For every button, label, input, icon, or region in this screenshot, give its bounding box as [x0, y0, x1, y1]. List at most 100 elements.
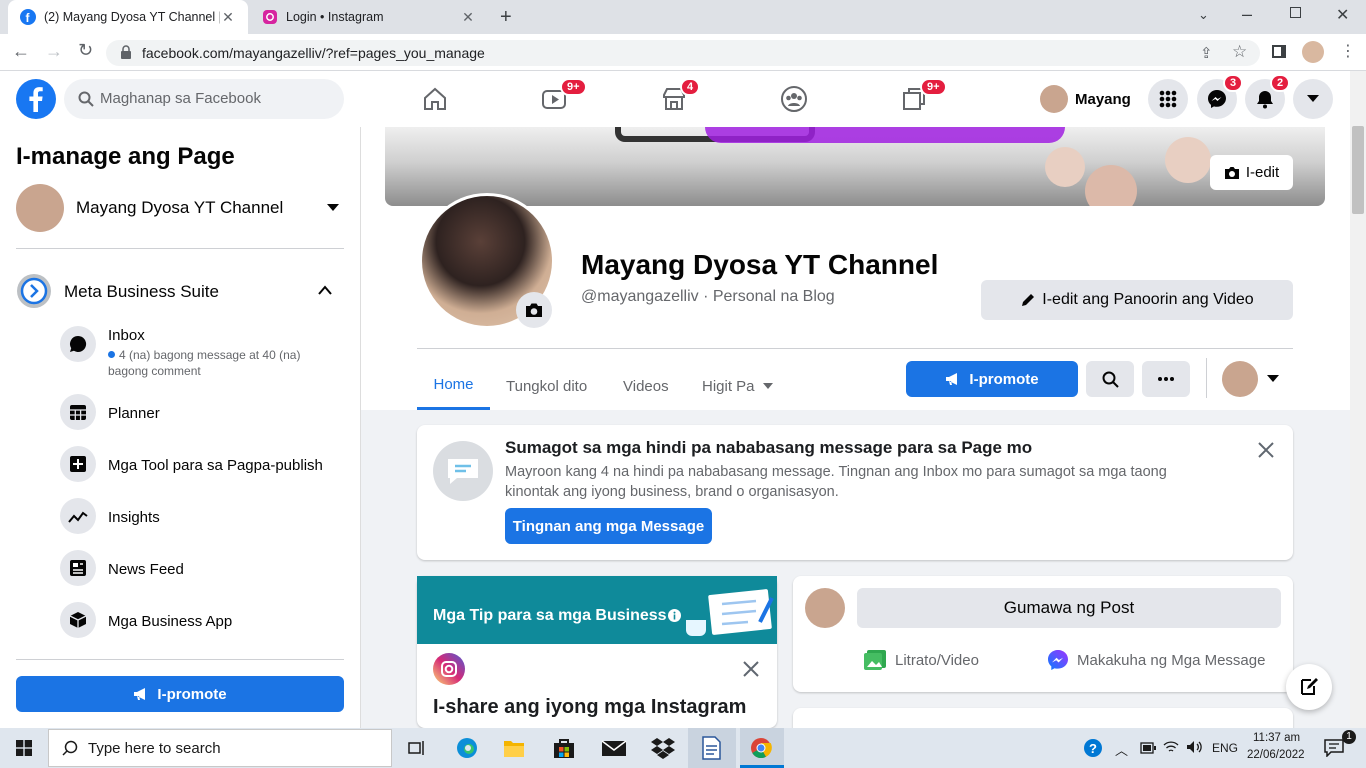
sidebar-item-insights[interactable]: Insights [60, 498, 350, 538]
megaphone-icon [133, 687, 149, 701]
sidebar-item-publishing-tools[interactable]: Mga Tool para sa Pagpa-publish [60, 446, 350, 486]
edit-cover-button[interactable]: I-edit [1210, 155, 1293, 190]
minimize-icon[interactable]: – [1242, 4, 1252, 25]
sidebar-item-planner[interactable]: Planner [60, 394, 350, 434]
bookmark-star-icon[interactable]: ☆ [1232, 42, 1247, 62]
tab-home[interactable]: Home [417, 362, 490, 410]
get-messages-button[interactable]: Makakuha ng Mga Message [1047, 648, 1265, 672]
action-center-icon[interactable] [1324, 739, 1344, 757]
account-chevron-down-icon[interactable] [1293, 79, 1333, 119]
instagram-favicon-icon [262, 9, 278, 25]
sidebar-item-label: Mga Business App [108, 613, 233, 630]
side-panel-icon[interactable] [1272, 45, 1286, 58]
watch-nav-icon[interactable] [498, 71, 610, 127]
gaming-nav-icon[interactable] [858, 71, 970, 127]
clock-time[interactable]: 11:37 am [1253, 732, 1300, 744]
groups-nav-icon[interactable] [738, 71, 850, 127]
create-post-button[interactable]: Gumawa ng Post [857, 588, 1281, 628]
view-messages-button[interactable]: Tingnan ang mga Message [505, 508, 712, 544]
divider [1206, 358, 1207, 398]
meta-business-suite-label[interactable]: Meta Business Suite [64, 282, 219, 302]
page-avatar[interactable] [16, 184, 64, 232]
tray-chevron-up-icon[interactable]: ︿ [1115, 740, 1128, 759]
cover-flower-shape [1085, 165, 1137, 206]
help-icon[interactable]: ? [1084, 739, 1102, 757]
chrome-icon[interactable] [750, 737, 772, 759]
window-close-icon[interactable]: ✕ [1336, 5, 1349, 25]
wifi-icon[interactable] [1163, 740, 1179, 754]
forward-arrow-icon[interactable]: → [45, 41, 63, 62]
maximize-icon[interactable] [1290, 7, 1301, 18]
sidebar-item-business-apps[interactable]: Mga Business App [60, 602, 350, 642]
file-explorer-icon[interactable] [503, 738, 525, 758]
menu-grid-icon[interactable] [1148, 79, 1188, 119]
notice-body: Mayroon kang 4 na hindi pa nababasang me… [505, 464, 1167, 500]
sidebar-promote-button[interactable]: I-promote [16, 676, 344, 712]
chevron-up-icon[interactable] [318, 285, 332, 295]
page-search-button[interactable] [1086, 361, 1134, 397]
insights-chart-icon [60, 498, 96, 534]
marketplace-nav-icon[interactable] [618, 71, 730, 127]
chrome-profile-avatar[interactable] [1302, 41, 1324, 63]
gaming-badge: 9+ [920, 78, 947, 96]
browser-tab-instagram[interactable]: Login • Instagram ✕ [250, 0, 488, 34]
reload-icon[interactable]: ↻ [78, 40, 93, 61]
tab-videos[interactable]: Videos [623, 362, 669, 410]
calendar-icon [60, 394, 96, 430]
message-bubble-icon [433, 441, 493, 501]
page-selector-name[interactable]: Mayang Dyosa YT Channel [76, 198, 283, 218]
sidebar-item-inbox[interactable]: Inbox 4 (na) bagong message at 40 (na) b… [60, 324, 350, 380]
info-icon[interactable] [668, 609, 681, 622]
sidebar-item-news-feed[interactable]: News Feed [60, 550, 350, 590]
edge-icon[interactable] [456, 737, 478, 759]
megaphone-icon [945, 372, 961, 386]
sidebar-item-label: Insights [108, 509, 160, 526]
new-message-compose-icon[interactable] [1286, 664, 1332, 710]
photo-video-button[interactable]: Litrato/Video [863, 648, 979, 672]
page-promote-button[interactable]: I-promote [906, 361, 1078, 397]
task-view-icon[interactable] [408, 739, 426, 757]
word-document-icon[interactable] [700, 736, 722, 760]
facebook-logo-icon[interactable] [16, 79, 56, 119]
home-nav-icon[interactable] [379, 71, 491, 127]
tab-search-icon[interactable]: ⌄ [1198, 7, 1209, 23]
update-profile-photo-camera-icon[interactable] [516, 292, 552, 328]
close-icon[interactable] [741, 659, 761, 679]
switch-profile-button[interactable] [1222, 361, 1282, 397]
more-options-button[interactable] [1142, 361, 1190, 397]
lock-icon[interactable] [120, 45, 132, 59]
close-icon[interactable] [1256, 440, 1276, 460]
back-arrow-icon[interactable]: ← [12, 41, 30, 62]
avatar [805, 588, 845, 628]
battery-icon[interactable] [1140, 742, 1156, 754]
notification-count-badge: 1 [1342, 730, 1356, 744]
microsoft-store-icon[interactable] [553, 737, 575, 759]
close-tab-icon[interactable]: ✕ [460, 9, 476, 26]
tab-label: Home [433, 376, 474, 393]
search-icon [1102, 371, 1119, 388]
language-indicator[interactable]: ENG [1212, 741, 1238, 755]
chrome-menu-icon[interactable]: ⋮ [1340, 41, 1356, 61]
mail-icon[interactable] [601, 739, 627, 757]
page-selector-chevron-down-icon[interactable] [326, 203, 340, 213]
new-tab-icon[interactable]: + [500, 6, 512, 29]
browser-tab-facebook[interactable]: f (2) Mayang Dyosa YT Channel | F ✕ [8, 0, 248, 34]
photo-icon [863, 649, 887, 671]
scrollbar-thumb[interactable] [1352, 126, 1364, 214]
dropbox-icon[interactable] [651, 737, 675, 759]
tab-about[interactable]: Tungkol dito [506, 362, 587, 410]
share-icon[interactable]: ⇪ [1200, 44, 1213, 62]
url-text[interactable]: facebook.com/mayangazelliv/?ref=pages_yo… [142, 45, 485, 61]
volume-icon[interactable] [1186, 740, 1204, 754]
windows-start-icon[interactable] [16, 740, 32, 756]
tab-label: Videos [623, 377, 669, 395]
edit-watch-video-button[interactable]: I-edit ang Panoorin ang Video [981, 280, 1293, 320]
search-placeholder[interactable]: Maghanap sa Facebook [100, 90, 261, 107]
tab-more[interactable]: Higit Pa [702, 362, 773, 410]
edit-cover-label: I-edit [1245, 164, 1280, 181]
cover-photo[interactable] [385, 127, 1325, 206]
clock-date[interactable]: 22/06/2022 [1247, 749, 1305, 761]
page-handle-category: @mayangazelliv · Personal na Blog [581, 288, 835, 305]
close-tab-icon[interactable]: ✕ [220, 9, 236, 26]
avatar [1040, 85, 1068, 113]
